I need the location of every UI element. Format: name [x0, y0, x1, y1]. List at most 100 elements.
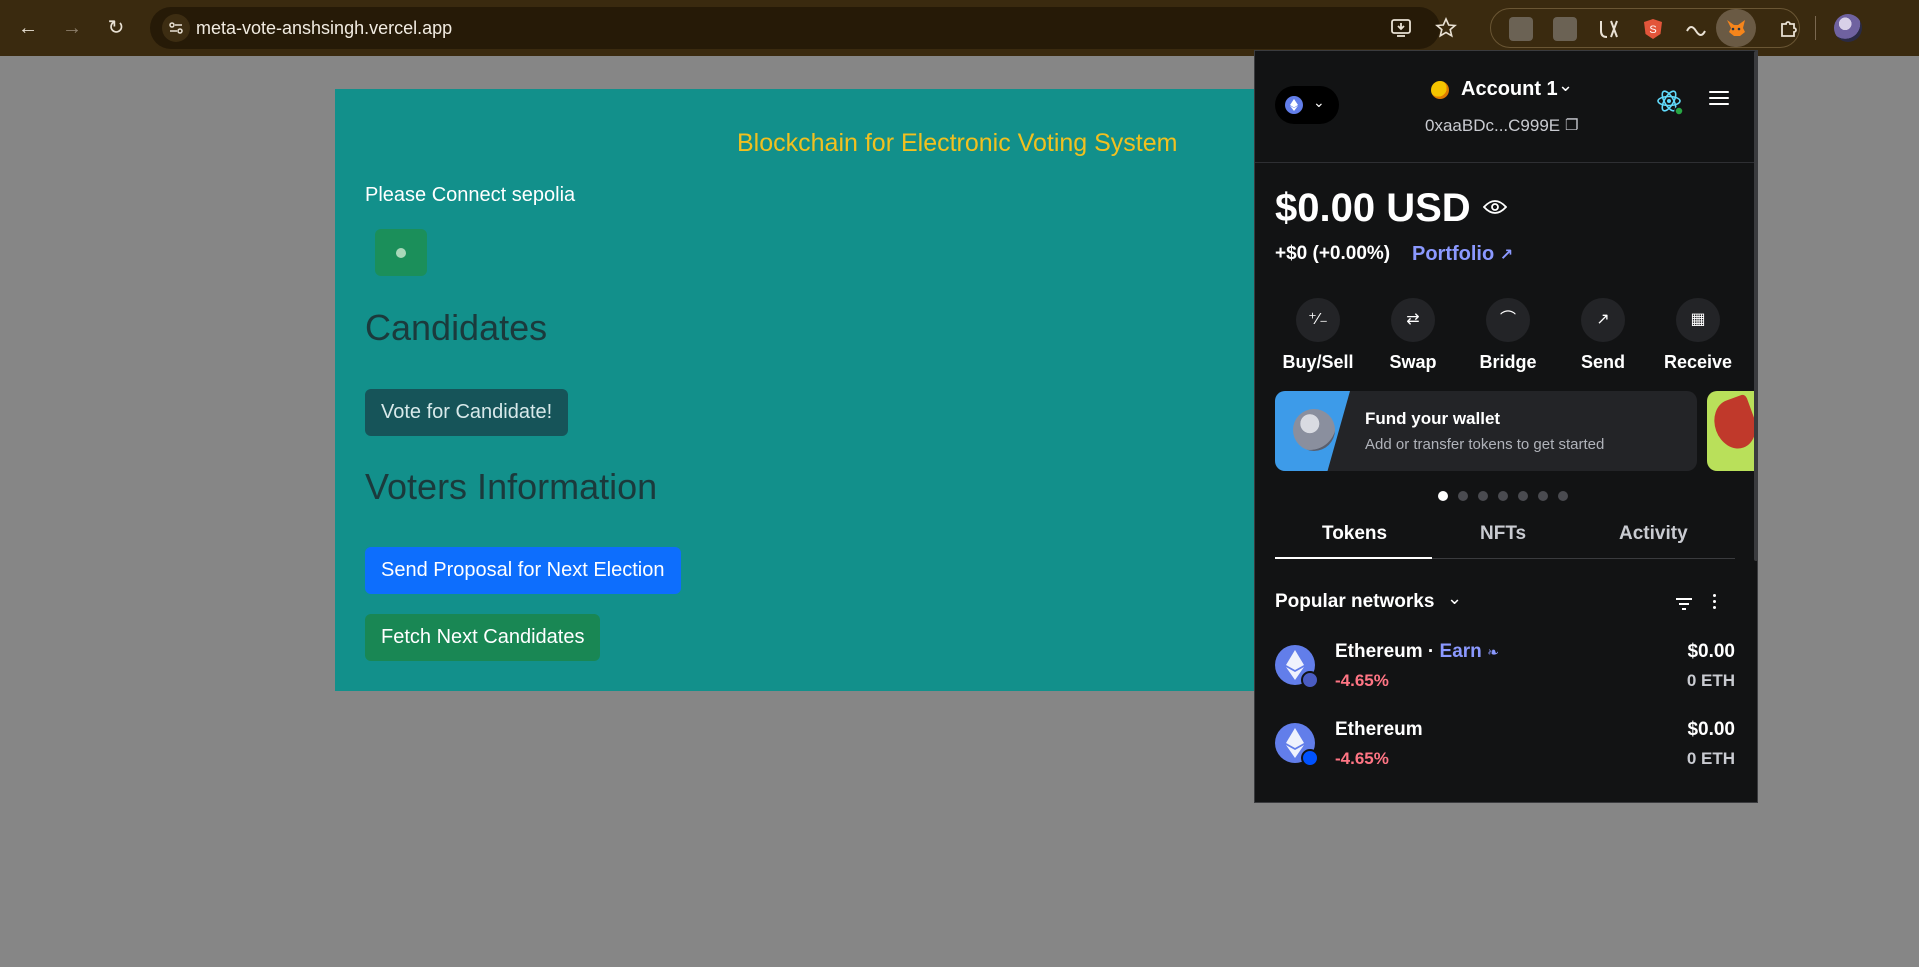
earn-sprout-icon: ❧: [1487, 644, 1499, 660]
next-promo-card[interactable]: [1707, 391, 1757, 471]
extension-icon[interactable]: [1597, 17, 1621, 41]
bridge-icon: ⌒: [1486, 298, 1530, 342]
token-change: -4.65%: [1335, 671, 1389, 690]
swap-icon: ⇄: [1391, 298, 1435, 342]
wallet-balance: $0.00 USD: [1275, 186, 1471, 231]
balance-currency: USD: [1386, 186, 1471, 230]
carousel-dot[interactable]: [1498, 491, 1508, 501]
forward-button[interactable]: →: [58, 14, 86, 42]
carousel-dot[interactable]: [1558, 491, 1568, 501]
extension-icon[interactable]: [1509, 17, 1533, 41]
connected-site-icon[interactable]: [1655, 87, 1685, 117]
token-name-text: Ethereum: [1335, 641, 1423, 662]
token-fiat-value: $0.00: [1687, 719, 1735, 740]
extension-icon[interactable]: S: [1641, 17, 1665, 41]
receive-action[interactable]: ▦ Receive: [1653, 298, 1743, 373]
carousel-dot[interactable]: [1458, 491, 1468, 501]
toolbar-divider: [1815, 16, 1816, 40]
action-label: Bridge: [1479, 352, 1537, 372]
connect-button[interactable]: [375, 229, 427, 276]
bookmark-star-icon[interactable]: [1435, 17, 1457, 39]
svg-text:S: S: [1649, 24, 1656, 36]
portfolio-link[interactable]: Portfolio ↗: [1412, 243, 1513, 266]
address-bar[interactable]: meta-vote-anshsingh.vercel.app: [150, 7, 1457, 49]
voting-app-panel: Blockchain for Electronic Voting System …: [335, 89, 1345, 691]
metamask-extension-button[interactable]: [1716, 9, 1756, 47]
action-label: Send: [1580, 352, 1625, 372]
balance-amount: $0.00: [1275, 186, 1376, 230]
action-label: Buy/Sell: [1282, 352, 1354, 372]
token-change: -4.65%: [1335, 749, 1389, 768]
url-text[interactable]: meta-vote-anshsingh.vercel.app: [196, 18, 452, 39]
tab-tokens[interactable]: Tokens: [1322, 523, 1387, 545]
back-button[interactable]: ←: [14, 14, 42, 42]
voters-heading: Voters Information: [365, 466, 658, 507]
token-row[interactable]: Ethereum · Earn ❧ -4.65% $0.00 0 ETH: [1275, 641, 1735, 703]
network-filter-chevron-icon[interactable]: ⌄: [1447, 588, 1462, 609]
account-chevron-icon[interactable]: ⌄: [1558, 75, 1573, 96]
ethereum-coin-icon: [1293, 409, 1335, 451]
extensions-puzzle-icon[interactable]: [1777, 17, 1801, 41]
carousel-dot[interactable]: [1538, 491, 1548, 501]
connect-network-text: Please Connect sepolia: [365, 184, 576, 206]
extensions-area: S: [1490, 8, 1800, 48]
send-icon: ↗: [1581, 298, 1625, 342]
more-options-icon[interactable]: [1713, 594, 1717, 612]
active-tab-indicator: [1275, 557, 1432, 559]
carousel-dots: [1438, 488, 1578, 506]
megaphone-icon: [1707, 393, 1757, 455]
receive-icon: ▦: [1676, 298, 1720, 342]
token-amount: 0 ETH: [1686, 671, 1735, 690]
fund-card-subtitle: Add or transfer tokens to get started: [1365, 436, 1605, 453]
account-name[interactable]: Account 1: [1461, 78, 1558, 101]
site-info-icon[interactable]: [162, 14, 190, 42]
fund-wallet-card[interactable]: Fund your wallet Add or transfer tokens …: [1275, 391, 1697, 471]
balance-change: +$0 (+0.00%): [1275, 243, 1391, 264]
token-name: Ethereum · Earn ❧: [1335, 641, 1499, 662]
network-picker[interactable]: ⌄: [1275, 86, 1339, 124]
token-fiat-value: $0.00: [1687, 641, 1735, 662]
tab-activity[interactable]: Activity: [1619, 523, 1688, 545]
swap-action[interactable]: ⇄ Swap: [1368, 298, 1458, 373]
fetch-candidates-button[interactable]: Fetch Next Candidates: [365, 614, 601, 661]
network-badge-icon: [1301, 671, 1319, 689]
account-address[interactable]: 0xaaBDc...C999E: [1425, 116, 1560, 136]
vote-button[interactable]: Vote for Candidate!: [365, 389, 569, 436]
copy-icon[interactable]: ❐: [1565, 116, 1578, 134]
carousel-dot[interactable]: [1478, 491, 1488, 501]
token-name: Ethereum: [1335, 719, 1423, 740]
action-label: Receive: [1663, 352, 1733, 372]
app-title: Blockchain for Electronic Voting System: [737, 129, 1178, 157]
network-filter[interactable]: Popular networks: [1275, 591, 1434, 613]
carousel-dot[interactable]: [1438, 491, 1448, 501]
fund-card-title: Fund your wallet: [1365, 409, 1501, 428]
send-action[interactable]: ↗ Send: [1558, 298, 1648, 373]
popup-scrollbar[interactable]: [1754, 51, 1757, 561]
reload-button[interactable]: ↻: [102, 14, 130, 42]
ethereum-network-icon: [1285, 96, 1303, 114]
buy-sell-action[interactable]: ⁺⁄₋ Buy/Sell: [1273, 298, 1363, 373]
action-label: Swap: [1389, 352, 1437, 372]
hamburger-menu-icon[interactable]: [1709, 91, 1729, 107]
earn-link[interactable]: Earn: [1440, 641, 1482, 662]
account-identicon: [1431, 81, 1449, 99]
sort-filter-icon[interactable]: [1675, 597, 1693, 615]
token-row[interactable]: Ethereum -4.65% $0.00 0 ETH: [1275, 719, 1735, 781]
metamask-popup: ⌄ Account 1 ⌄ 0xaaBDc...C999E ❐ $0.00 US…: [1254, 50, 1758, 803]
tab-nfts[interactable]: NFTs: [1480, 523, 1526, 545]
bridge-action[interactable]: ⌒ Bridge: [1463, 298, 1553, 373]
install-app-icon[interactable]: [1390, 17, 1412, 39]
external-link-icon: ↗: [1499, 247, 1514, 264]
wallet-tabs: Tokens NFTs Activity: [1275, 513, 1735, 559]
portfolio-label[interactable]: Portfolio: [1412, 243, 1494, 265]
status-dot-icon: [396, 248, 406, 258]
extension-icon[interactable]: [1684, 17, 1708, 41]
token-amount: 0 ETH: [1686, 749, 1735, 768]
extension-icon[interactable]: [1553, 17, 1577, 41]
eye-icon[interactable]: [1482, 199, 1508, 220]
candidates-heading: Candidates: [365, 307, 548, 348]
carousel-dot[interactable]: [1518, 491, 1528, 501]
chevron-down-icon: ⌄: [1313, 94, 1325, 110]
send-proposal-button[interactable]: Send Proposal for Next Election: [365, 547, 681, 594]
profile-avatar[interactable]: [1834, 14, 1862, 42]
